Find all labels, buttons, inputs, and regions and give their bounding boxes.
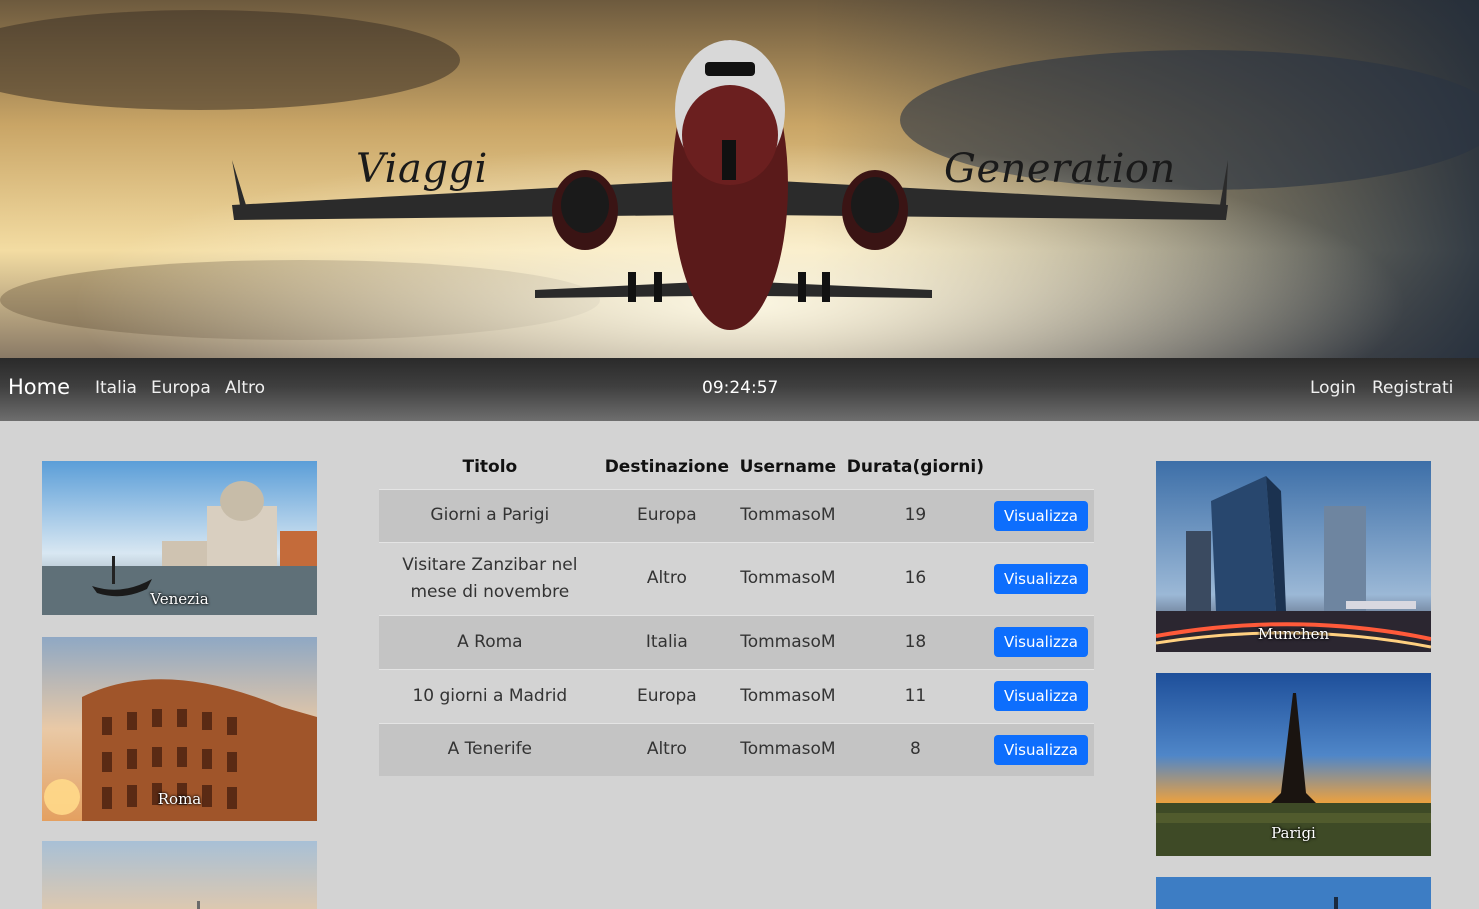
banner-title-right: Generation	[944, 146, 1176, 192]
visualizza-button[interactable]: Visualizza	[994, 627, 1088, 657]
cell-durata: 8	[842, 722, 988, 776]
visualizza-button[interactable]: Visualizza	[994, 734, 1088, 765]
header-banner: Viaggi Generation	[0, 0, 1479, 358]
top-navbar: Home Italia Europa Altro 09:24:57 Login …	[0, 358, 1479, 421]
column-header-durata: Durata(giorni)	[846, 456, 984, 477]
table-row: Visitare Zanzibar nel mese di novembre A…	[379, 541, 1094, 615]
cell-action: Visualizza	[987, 541, 1094, 615]
cell-username: TommasoM	[733, 722, 843, 776]
trips-table: Titolo Destinazione Username Durata(gior…	[379, 445, 1094, 776]
cell-titolo: Giorni a Parigi	[379, 488, 601, 542]
cell-action: Visualizza	[987, 668, 1094, 723]
cell-destinazione: Altro	[600, 541, 734, 615]
image-caption-venezia: Venezia	[150, 590, 209, 608]
cell-action: Visualizza	[987, 488, 1094, 542]
column-header-destinazione: Destinazione	[604, 456, 730, 477]
column-header-action	[988, 445, 1094, 489]
cell-username: TommasoM	[733, 614, 843, 669]
visualizza-button[interactable]: Visualizza	[994, 563, 1088, 594]
image-parigi[interactable]: Parigi	[1156, 673, 1431, 856]
cell-titolo: A Tenerife	[379, 722, 601, 776]
nav-login-link[interactable]: Login	[1310, 378, 1356, 398]
column-header-username: Username	[739, 456, 837, 477]
image-roma[interactable]: Roma	[42, 637, 317, 821]
column-header-titolo: Titolo	[462, 456, 518, 477]
image-left-third[interactable]	[42, 841, 317, 909]
airplane-banner-image	[0, 0, 1479, 358]
image-caption-parigi: Parigi	[1271, 824, 1316, 842]
left-third-photo	[42, 841, 317, 909]
banner-title-left: Viaggi	[356, 146, 488, 192]
nav-clock: 09:24:57	[702, 378, 779, 398]
nav-register-link[interactable]: Registrati	[1372, 378, 1453, 398]
image-caption-munchen: Munchen	[1257, 625, 1330, 643]
munchen-photo	[1156, 461, 1431, 652]
visualizza-button[interactable]: Visualizza	[994, 681, 1088, 711]
image-right-third[interactable]	[1156, 877, 1431, 909]
cell-username: TommasoM	[733, 488, 843, 542]
visualizza-button[interactable]: Visualizza	[994, 500, 1088, 531]
cell-durata: 19	[842, 488, 988, 542]
cell-destinazione: Altro	[600, 722, 734, 776]
cell-durata: 18	[842, 614, 988, 669]
nav-home-link[interactable]: Home	[8, 375, 70, 399]
cell-action: Visualizza	[987, 614, 1094, 669]
cell-titolo: Visitare Zanzibar nel mese di novembre	[379, 541, 601, 615]
table-row: A Tenerife Altro TommasoM 8 Visualizza	[379, 722, 1094, 776]
cell-username: TommasoM	[733, 541, 843, 615]
cell-destinazione: Europa	[600, 488, 734, 542]
image-munchen[interactable]: Munchen	[1156, 461, 1431, 652]
cell-action: Visualizza	[987, 722, 1094, 776]
table-header-row: Titolo Destinazione Username Durata(gior…	[379, 445, 1094, 489]
right-third-photo	[1156, 877, 1431, 909]
cell-destinazione: Europa	[600, 668, 734, 723]
table-row: A Roma Italia TommasoM 18 Visualizza	[379, 614, 1094, 669]
cell-username: TommasoM	[733, 668, 843, 723]
cell-titolo: 10 giorni a Madrid	[379, 668, 601, 723]
cell-durata: 11	[842, 668, 988, 723]
nav-link-italia[interactable]: Italia	[95, 378, 137, 398]
table-row: Giorni a Parigi Europa TommasoM 19 Visua…	[379, 488, 1094, 542]
nav-link-europa[interactable]: Europa	[151, 378, 211, 398]
table-row: 10 giorni a Madrid Europa TommasoM 11 Vi…	[379, 668, 1094, 723]
cell-durata: 16	[842, 541, 988, 615]
cell-titolo: A Roma	[379, 614, 601, 669]
cell-destinazione: Italia	[600, 614, 734, 669]
image-venezia[interactable]: Venezia	[42, 461, 317, 615]
image-caption-roma: Roma	[157, 790, 202, 808]
nav-link-altro[interactable]: Altro	[225, 378, 265, 398]
